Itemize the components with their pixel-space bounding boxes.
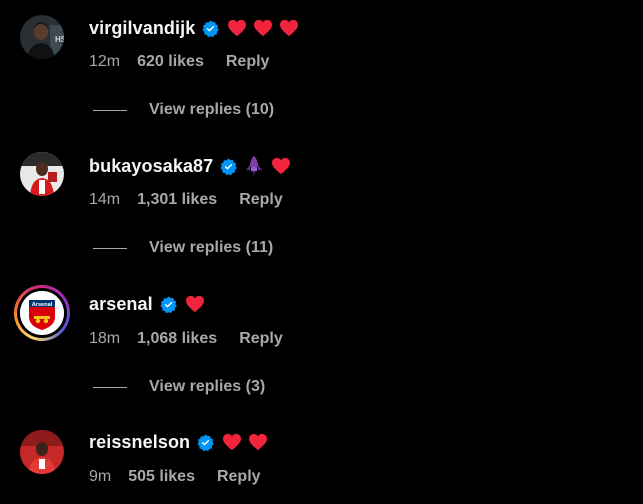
- red-heart-icon: [223, 433, 242, 451]
- view-replies-label: View replies (10): [149, 101, 275, 118]
- username-link[interactable]: bukayosaka87: [89, 156, 213, 177]
- comment-header: bukayosaka87: [89, 154, 291, 178]
- timestamp: 18m: [89, 330, 121, 347]
- red-heart-icon: [185, 295, 204, 313]
- avatar[interactable]: HS: [20, 15, 64, 59]
- divider-line: [93, 386, 127, 388]
- divider-line: [93, 109, 127, 111]
- comment-header: virgilvandijk: [89, 16, 299, 40]
- timestamp: 14m: [89, 191, 121, 208]
- avatar-story-ring[interactable]: Arsenal: [14, 285, 70, 341]
- verified-badge-icon: [197, 433, 214, 451]
- reply-button[interactable]: Reply: [226, 53, 270, 71]
- verified-badge-icon: [220, 157, 238, 175]
- user-photo-icon: HS: [20, 15, 64, 59]
- comment-meta: 9m 505 likes Reply: [89, 466, 261, 488]
- user-photo-icon: [20, 152, 64, 196]
- avatar: Arsenal: [20, 291, 64, 335]
- reply-button[interactable]: Reply: [217, 468, 261, 486]
- verified-badge-icon: [160, 295, 177, 313]
- emoji-group: [227, 19, 299, 37]
- likes-count[interactable]: 505 likes: [128, 468, 195, 486]
- comment-meta: 18m 1,068 likes Reply: [89, 328, 283, 350]
- verified-badge-icon: [202, 19, 220, 37]
- comment-meta: 14m 1,301 likes Reply: [89, 189, 283, 211]
- divider-line: [93, 247, 127, 249]
- likes-count[interactable]: 1,301 likes: [137, 191, 217, 209]
- emoji-group: [222, 433, 268, 451]
- svg-text:HS: HS: [55, 35, 64, 44]
- view-replies-label: View replies (11): [149, 239, 274, 256]
- reply-button[interactable]: Reply: [239, 191, 283, 209]
- svg-text:Arsenal: Arsenal: [32, 302, 53, 308]
- username-link[interactable]: arsenal: [89, 294, 153, 315]
- view-replies-button[interactable]: View replies (3): [93, 376, 265, 398]
- view-replies-label: View replies (3): [149, 378, 266, 395]
- emoji-group: [245, 156, 291, 176]
- username-link[interactable]: virgilvandijk: [89, 18, 195, 39]
- comment-meta: 12m 620 likes Reply: [89, 51, 269, 73]
- likes-count[interactable]: 620 likes: [137, 53, 204, 71]
- user-photo-icon: [20, 430, 64, 474]
- red-heart-icon: [228, 19, 247, 37]
- emoji-group: [185, 295, 205, 313]
- avatar-ring-gap: Arsenal: [17, 288, 67, 338]
- avatar[interactable]: [20, 430, 64, 474]
- red-heart-icon: [254, 19, 273, 37]
- red-heart-icon: [249, 433, 268, 451]
- red-heart-icon: [280, 19, 299, 37]
- comment-header: arsenal: [89, 292, 205, 316]
- username-link[interactable]: reissnelson: [89, 432, 190, 453]
- comment-header: reissnelson: [89, 430, 268, 454]
- view-replies-button[interactable]: View replies (11): [93, 237, 273, 259]
- likes-count[interactable]: 1,068 likes: [137, 330, 217, 348]
- arsenal-crest-icon: Arsenal: [20, 291, 64, 335]
- red-heart-icon: [272, 157, 291, 175]
- timestamp: 12m: [89, 53, 121, 70]
- timestamp: 9m: [89, 468, 112, 485]
- purple-rocket-icon: [246, 156, 263, 176]
- avatar[interactable]: [20, 152, 64, 196]
- view-replies-button[interactable]: View replies (10): [93, 99, 274, 121]
- reply-button[interactable]: Reply: [239, 330, 283, 348]
